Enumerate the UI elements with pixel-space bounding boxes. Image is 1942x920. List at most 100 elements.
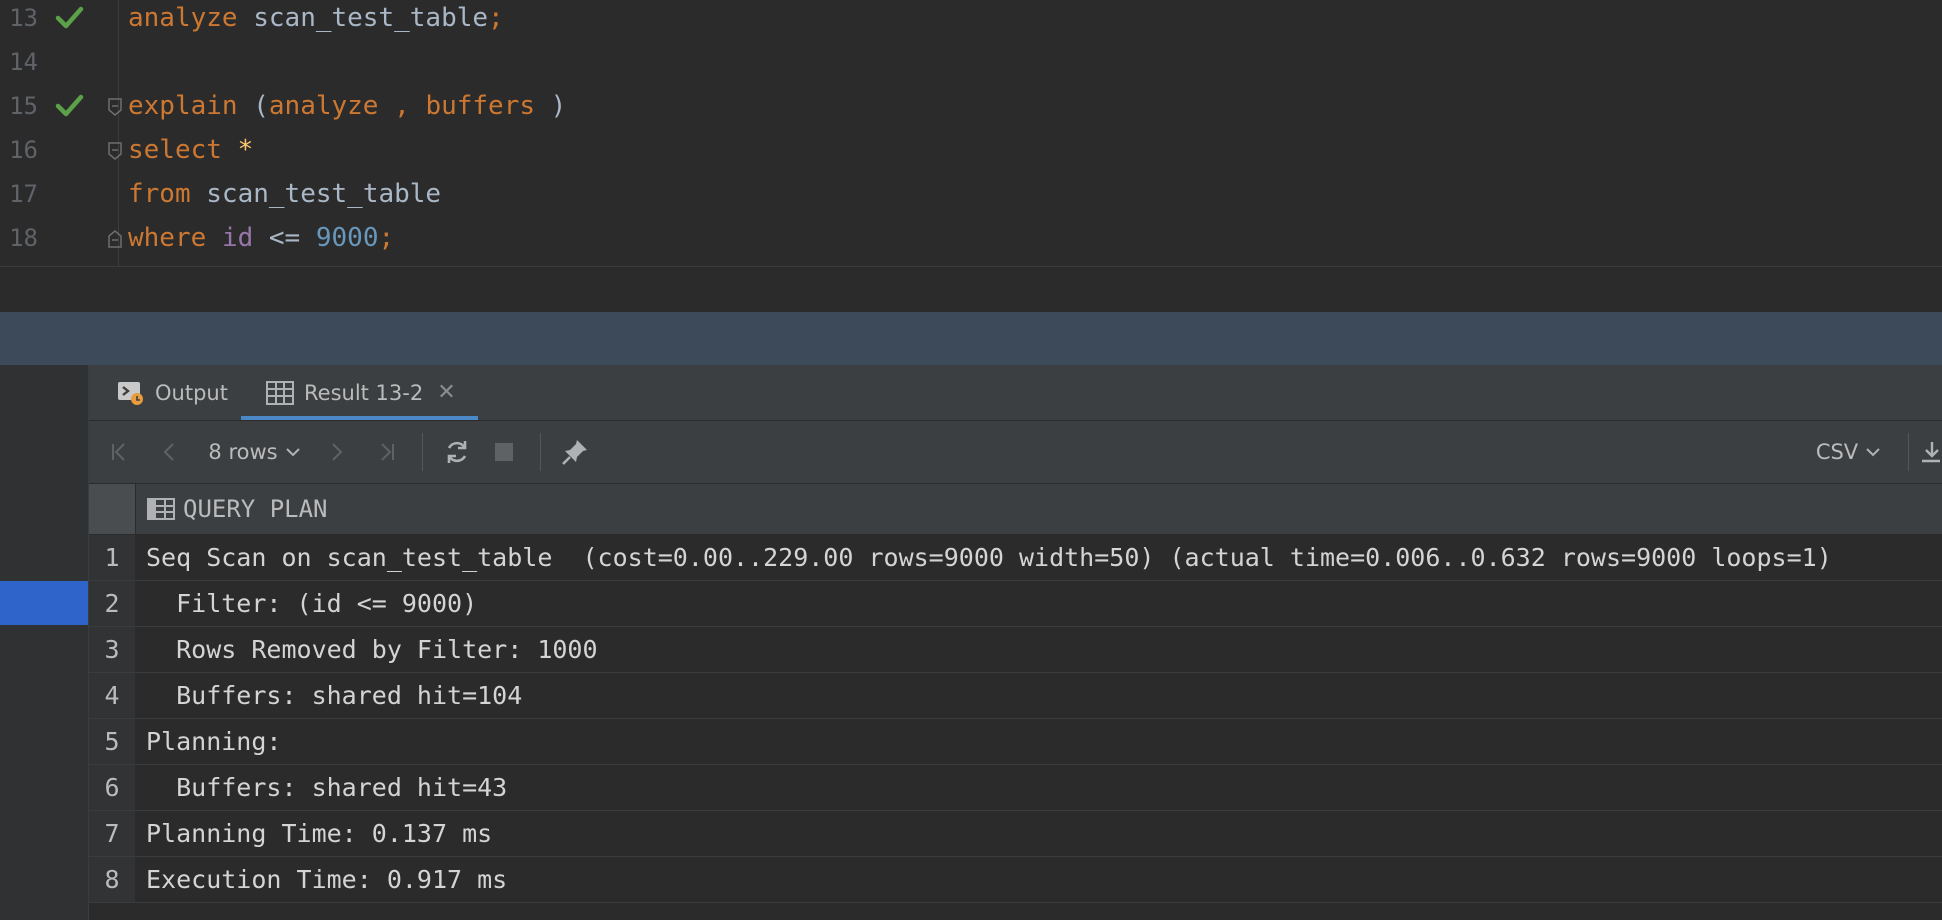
row-number[interactable]: 1 (89, 535, 136, 580)
stop-icon (495, 443, 513, 461)
query-plan-cell[interactable]: Execution Time: 0.917 ms (146, 857, 507, 902)
code-text: explain (analyze , buffers ) (128, 84, 566, 128)
row-number[interactable]: 5 (89, 719, 136, 764)
check-icon (55, 94, 84, 117)
operator: <= (268, 223, 301, 253)
table-row[interactable]: 8 Execution Time: 0.917 ms (89, 857, 1942, 903)
download-icon (1922, 442, 1940, 463)
code-text: select * (128, 128, 253, 172)
first-page-icon (112, 443, 125, 461)
line-number: 14 (9, 48, 38, 76)
row-number[interactable]: 8 (89, 857, 136, 902)
refresh-button[interactable] (437, 421, 477, 483)
row-number[interactable]: 7 (89, 811, 136, 856)
previous-page-button[interactable] (155, 421, 185, 483)
chevron-down-icon (1866, 448, 1880, 457)
editor-empty-area[interactable] (0, 266, 1942, 312)
column-header-query-plan[interactable]: QUERY PLAN (147, 484, 328, 534)
toolbar-separator (422, 433, 423, 471)
column-name: id (221, 223, 254, 253)
row-number[interactable]: 4 (89, 673, 136, 718)
first-page-button[interactable] (105, 421, 135, 483)
keyword: from (128, 179, 191, 209)
query-plan-cell[interactable]: Filter: (id <= 9000) (146, 581, 477, 626)
number-literal: 9000 (315, 223, 379, 253)
table-row[interactable]: 6 Buffers: shared hit=43 (89, 765, 1942, 811)
table-row[interactable]: 3 Rows Removed by Filter: 1000 (89, 627, 1942, 673)
query-plan-cell[interactable]: Planning: (146, 719, 281, 764)
refresh-icon (447, 441, 467, 463)
row-number[interactable]: 3 (89, 627, 136, 672)
code-line-16[interactable]: 16 select * (0, 128, 1942, 172)
line-number: 16 (9, 136, 38, 164)
toolbar-separator (540, 433, 541, 471)
fold-start-icon[interactable] (107, 98, 123, 116)
chevron-down-icon (285, 448, 300, 457)
line-number: 15 (9, 92, 38, 120)
table-row[interactable]: 5 Planning: (89, 719, 1942, 765)
check-icon (55, 6, 84, 29)
code-line-15[interactable]: 15 explain (analyze , buffers ) (0, 84, 1942, 128)
column-type-icon (147, 498, 175, 520)
result-tabs: Output Result 13-2 ✕ (89, 365, 1942, 421)
fold-end-icon[interactable] (107, 230, 123, 248)
stop-button[interactable] (489, 421, 519, 483)
services-side-panel (0, 365, 89, 920)
tab-result[interactable]: Result 13-2 ✕ (241, 365, 478, 420)
query-plan-cell[interactable]: Seq Scan on scan_test_table (cost=0.00..… (146, 535, 1832, 580)
table-row[interactable]: 7 Planning Time: 0.137 ms (89, 811, 1942, 857)
table-row[interactable]: 4 Buffers: shared hit=104 (89, 673, 1942, 719)
close-icon[interactable]: ✕ (437, 380, 455, 405)
row-number[interactable]: 2 (89, 581, 136, 626)
table-icon (266, 380, 294, 405)
keyword: analyze (268, 91, 379, 121)
rows-dropdown[interactable]: 8 rows (207, 421, 303, 483)
keyword: explain (128, 91, 238, 121)
panel-splitter[interactable] (0, 312, 1942, 365)
identifier: scan_test_table (253, 3, 489, 33)
line-number: 18 (9, 224, 38, 252)
grid-header-row: QUERY PLAN (89, 484, 1942, 535)
code-line-13[interactable]: 13 analyze scan_test_table; (0, 0, 1942, 40)
pin-tab-button[interactable] (555, 421, 595, 483)
download-button[interactable] (1917, 421, 1941, 483)
keyword: select (128, 135, 222, 165)
select-all-corner[interactable] (89, 484, 136, 534)
toolbar-separator (1908, 433, 1909, 471)
sql-editor[interactable]: 13 analyze scan_test_table; 14 15 explai… (0, 0, 1942, 312)
punctuation: ( (253, 91, 269, 121)
tab-output[interactable]: Output (117, 365, 228, 420)
row-number[interactable]: 6 (89, 765, 136, 810)
column-header-label: QUERY PLAN (183, 495, 328, 523)
line-number: 17 (9, 180, 38, 208)
last-page-button[interactable] (371, 421, 401, 483)
code-line-14[interactable]: 14 (0, 40, 1942, 84)
result-grid[interactable]: QUERY PLAN 1 Seq Scan on scan_test_table… (89, 484, 1942, 920)
next-page-button[interactable] (321, 421, 351, 483)
punctuation: ) (550, 91, 567, 121)
export-format-label: CSV (1815, 440, 1859, 464)
query-plan-cell[interactable]: Buffers: shared hit=43 (146, 765, 507, 810)
selected-row-marker (0, 581, 88, 625)
active-tab-indicator (241, 416, 478, 420)
keyword: where (128, 223, 207, 253)
code-text: where id <= 9000; (128, 216, 394, 260)
chevron-left-icon (163, 443, 174, 461)
identifier: scan_test_table (206, 179, 442, 209)
code-text: analyze scan_test_table; (128, 0, 504, 40)
punctuation: , (394, 91, 410, 121)
query-plan-cell[interactable]: Buffers: shared hit=104 (146, 673, 522, 718)
keyword: buffers (425, 91, 536, 121)
table-row[interactable]: 1 Seq Scan on scan_test_table (cost=0.00… (89, 535, 1942, 581)
wildcard: * (237, 135, 254, 165)
code-line-18[interactable]: 18 where id <= 9000; (0, 216, 1942, 260)
export-format-dropdown[interactable]: CSV (1811, 421, 1887, 483)
pin-icon (562, 440, 587, 465)
query-plan-cell[interactable]: Planning Time: 0.137 ms (146, 811, 492, 856)
code-line-17[interactable]: 17 from scan_test_table (0, 172, 1942, 216)
last-page-icon (381, 443, 394, 461)
table-row[interactable]: 2 Filter: (id <= 9000) (89, 581, 1942, 627)
result-toolbar: 8 rows CSV (89, 421, 1942, 483)
fold-start-icon[interactable] (107, 142, 123, 160)
query-plan-cell[interactable]: Rows Removed by Filter: 1000 (146, 627, 597, 672)
